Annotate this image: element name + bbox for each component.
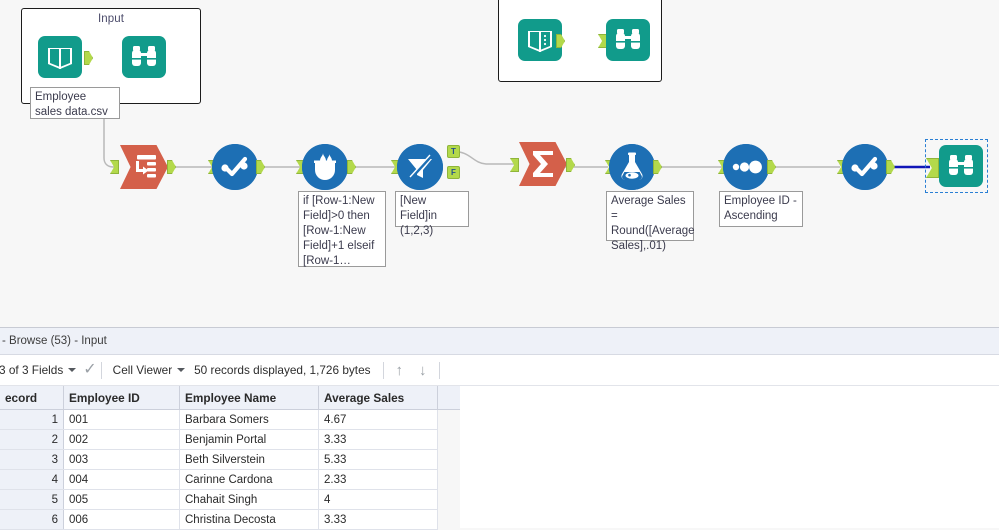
column-header-average-sales[interactable]: Average Sales <box>318 386 438 410</box>
results-titlebar: - Browse (53) - Input <box>0 328 999 355</box>
toolbar-divider <box>100 361 102 379</box>
cell-record: 1 <box>0 409 64 430</box>
summarize-in-anchor[interactable] <box>510 158 519 172</box>
workflow-canvas[interactable]: Input Employee sales data.csv if [Row-1:… <box>0 0 999 327</box>
table-row[interactable]: 1 001 Barbara Somers 4.67 <box>0 409 460 430</box>
cell-employee-name: Chahait Singh <box>179 489 319 510</box>
cell-average-sales: 4 <box>318 489 438 510</box>
sort-tool[interactable] <box>723 144 769 190</box>
table-row[interactable]: 5 005 Chahait Singh 4 <box>0 489 460 510</box>
filter-false-anchor[interactable]: F <box>447 166 460 179</box>
check-icon[interactable]: ✓ <box>83 362 96 378</box>
browse-tool[interactable] <box>939 145 983 187</box>
results-table[interactable]: ecord Employee ID Employee Name Average … <box>0 386 460 530</box>
sort-expression: Employee ID - Ascending <box>719 191 803 227</box>
cell-filler <box>437 409 460 430</box>
multi-row-formula-out-anchor[interactable] <box>347 160 356 174</box>
arrow-down-icon[interactable]: ↓ <box>411 363 435 378</box>
arrow-up-icon[interactable]: ↑ <box>388 363 412 378</box>
cell-viewer-label: Cell Viewer <box>112 363 173 377</box>
table-row[interactable]: 3 003 Beth Silverstein 5.33 <box>0 449 460 470</box>
cell-employee-name: Beth Silverstein <box>179 449 319 470</box>
formula-tool[interactable] <box>609 144 655 190</box>
toolbar-divider-3 <box>438 361 440 379</box>
results-toolbar[interactable]: 3 of 3 Fields ✓ Cell Viewer 50 records d… <box>0 355 999 386</box>
table-header-row: ecord Employee ID Employee Name Average … <box>0 386 460 410</box>
cell-employee-id: 003 <box>63 449 180 470</box>
chevron-down-icon-2[interactable] <box>177 368 186 372</box>
fields-selector[interactable]: 3 of 3 Fields <box>0 355 83 385</box>
column-header-employee-id[interactable]: Employee ID <box>63 386 180 410</box>
cell-record: 2 <box>0 429 64 450</box>
filter-true-anchor[interactable]: T <box>447 145 460 158</box>
tool-container-title: Input <box>97 13 125 25</box>
book-input-icon[interactable] <box>38 36 82 78</box>
results-panel[interactable]: - Browse (53) - Input 3 of 3 Fields ✓ Ce… <box>0 327 999 530</box>
multi-row-formula-expression: if [Row-1:New Field]>0 then [Row-1:New F… <box>298 191 386 267</box>
input-file-label: Employee sales data.csv <box>30 87 120 119</box>
filter-tool[interactable] <box>397 144 443 190</box>
table-row[interactable]: 4 004 Carinne Cardona 2.33 <box>0 469 460 490</box>
cell-record: 3 <box>0 449 64 470</box>
cell-employee-name: Carinne Cardona <box>179 469 319 490</box>
chevron-down-icon[interactable] <box>68 368 77 372</box>
cell-average-sales: 5.33 <box>318 449 438 470</box>
select2-out-anchor[interactable] <box>886 160 895 174</box>
formula-expression: Average Sales = Round([Average Sales],.0… <box>606 191 695 252</box>
cell-employee-id: 001 <box>63 409 180 430</box>
cell-average-sales: 2.33 <box>318 469 438 490</box>
filter-expression: [New Field]in (1,2,3) <box>395 191 469 237</box>
book-input-icon-2[interactable] <box>518 19 562 61</box>
cell-record: 4 <box>0 469 64 490</box>
table-row[interactable]: 2 002 Benjamin Portal 3.33 <box>0 429 460 450</box>
cell-average-sales: 4.67 <box>318 409 438 430</box>
summarize-tool[interactable] <box>519 142 567 186</box>
cell-viewer-selector[interactable]: Cell Viewer <box>106 355 192 385</box>
results-grid-wrapper[interactable]: ecord Employee ID Employee Name Average … <box>0 386 999 530</box>
formula-out-anchor[interactable] <box>653 160 662 174</box>
select-tool-2[interactable] <box>842 144 888 190</box>
cell-filler <box>437 489 460 510</box>
column-header-employee-name[interactable]: Employee Name <box>179 386 319 410</box>
table-body: 1 001 Barbara Somers 4.67 2 002 Benjamin… <box>0 409 460 530</box>
cell-average-sales: 3.33 <box>318 429 438 450</box>
cell-employee-name: Benjamin Portal <box>179 429 319 450</box>
fields-label: 3 of 3 Fields <box>0 363 64 377</box>
cell-record: 5 <box>0 489 64 510</box>
cell-filler <box>437 429 460 450</box>
input-data-in-anchor[interactable] <box>110 160 119 174</box>
cell-employee-name: Barbara Somers <box>179 409 319 430</box>
cell-filler <box>437 449 460 470</box>
binoculars-browse-icon-2[interactable] <box>606 19 650 61</box>
select-tool[interactable] <box>212 144 258 190</box>
toolbar-divider-2 <box>382 361 384 379</box>
column-header-filler <box>437 386 460 410</box>
sort-out-anchor[interactable] <box>767 160 776 174</box>
cell-employee-id: 004 <box>63 469 180 490</box>
record-status: 50 records displayed, 1,726 bytes <box>194 363 371 377</box>
summarize-out-anchor[interactable] <box>566 158 575 172</box>
column-header-record[interactable]: ecord <box>0 386 64 410</box>
input-data-out-anchor[interactable] <box>167 160 176 174</box>
select-out-anchor[interactable] <box>256 160 265 174</box>
binoculars-browse-icon[interactable] <box>122 36 166 78</box>
results-title: - Browse (53) - Input <box>2 335 107 347</box>
cell-employee-id: 005 <box>63 489 180 510</box>
cell-employee-id: 002 <box>63 429 180 450</box>
input-data-tool[interactable] <box>120 145 168 189</box>
multi-row-formula-tool[interactable] <box>302 144 348 190</box>
cell-filler <box>437 469 460 490</box>
